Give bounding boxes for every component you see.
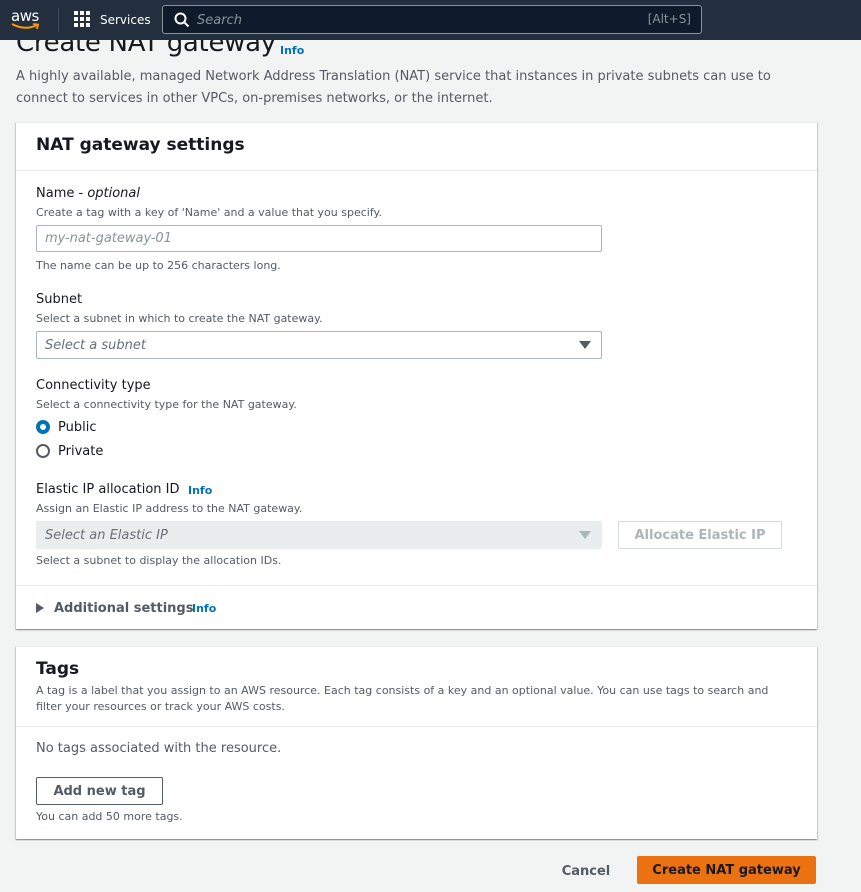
grid-icon xyxy=(74,11,92,29)
elastic-ip-description: Assign an Elastic IP address to the NAT … xyxy=(36,502,303,515)
nav-divider xyxy=(58,8,59,32)
tags-panel-header: Tags A tag is a label that you assign to… xyxy=(16,647,817,727)
caret-down-icon xyxy=(579,341,591,349)
radio-private-label: Private xyxy=(58,443,104,459)
page-description: A highly available, managed Network Addr… xyxy=(16,69,771,106)
create-nat-gateway-button[interactable]: Create NAT gateway xyxy=(637,856,816,884)
subnet-label: Subnet xyxy=(36,292,83,307)
subnet-description: Select a subnet in which to create the N… xyxy=(36,312,323,325)
connectivity-type-label: Connectivity type xyxy=(36,378,151,393)
elastic-ip-select-placeholder: Select an Elastic IP xyxy=(45,528,168,543)
nat-gateway-settings-panel: NAT gateway settings Name - optional Cre… xyxy=(16,122,817,629)
name-label-text: Name - xyxy=(36,186,88,201)
name-constraint: The name can be up to 256 characters lon… xyxy=(36,259,281,272)
elastic-ip-select: Select an Elastic IP xyxy=(36,521,602,549)
radio-checked-icon xyxy=(36,420,50,434)
cancel-button[interactable]: Cancel xyxy=(548,857,624,885)
caret-down-icon xyxy=(579,531,591,539)
tags-panel-title: Tags xyxy=(36,659,80,679)
aws-logo[interactable]: aws xyxy=(10,6,44,34)
aws-smile-icon xyxy=(11,23,40,30)
radio-private[interactable]: Private xyxy=(36,442,103,460)
search-icon xyxy=(174,12,190,28)
radio-unchecked-icon xyxy=(36,444,50,458)
tags-limit-text: You can add 50 more tags. xyxy=(36,810,183,823)
tags-description: A tag is a label that you assign to an A… xyxy=(36,684,769,713)
search-shortcut-hint: [Alt+S] xyxy=(647,12,691,26)
title-info-link[interactable]: Info xyxy=(280,44,304,57)
elastic-ip-constraint: Select a subnet to display the allocatio… xyxy=(36,554,282,567)
additional-settings-expander[interactable]: Additional settings xyxy=(36,599,193,617)
top-navigation: aws Services [Alt+S] xyxy=(0,0,861,40)
additional-settings-info-link[interactable]: Info xyxy=(192,602,216,615)
search-box[interactable]: [Alt+S] xyxy=(162,5,702,34)
additional-settings-label: Additional settings xyxy=(54,600,194,616)
search-input[interactable] xyxy=(197,10,597,30)
services-menu-button[interactable]: Services xyxy=(74,10,151,30)
radio-public-label: Public xyxy=(58,419,97,435)
allocate-elastic-ip-button: Allocate Elastic IP xyxy=(618,521,782,549)
connectivity-type-description: Select a connectivity type for the NAT g… xyxy=(36,398,297,411)
name-label-optional: optional xyxy=(87,186,140,201)
name-input[interactable] xyxy=(36,225,602,252)
settings-panel-title: NAT gateway settings xyxy=(36,135,245,155)
services-label: Services xyxy=(100,13,151,27)
subnet-select[interactable]: Select a subnet xyxy=(36,331,602,359)
add-new-tag-button[interactable]: Add new tag xyxy=(36,777,163,805)
name-description: Create a tag with a key of 'Name' and a … xyxy=(36,206,382,219)
radio-public[interactable]: Public xyxy=(36,418,96,436)
caret-right-icon xyxy=(36,603,44,613)
settings-panel-header: NAT gateway settings xyxy=(16,123,817,171)
no-tags-message: No tags associated with the resource. xyxy=(36,741,282,756)
subnet-select-placeholder: Select a subnet xyxy=(45,338,146,353)
name-label: Name - optional xyxy=(36,186,140,201)
elastic-ip-info-link[interactable]: Info xyxy=(188,484,212,497)
elastic-ip-label: Elastic IP allocation ID xyxy=(36,482,180,497)
tags-panel: Tags A tag is a label that you assign to… xyxy=(16,646,817,839)
settings-divider xyxy=(16,585,817,586)
